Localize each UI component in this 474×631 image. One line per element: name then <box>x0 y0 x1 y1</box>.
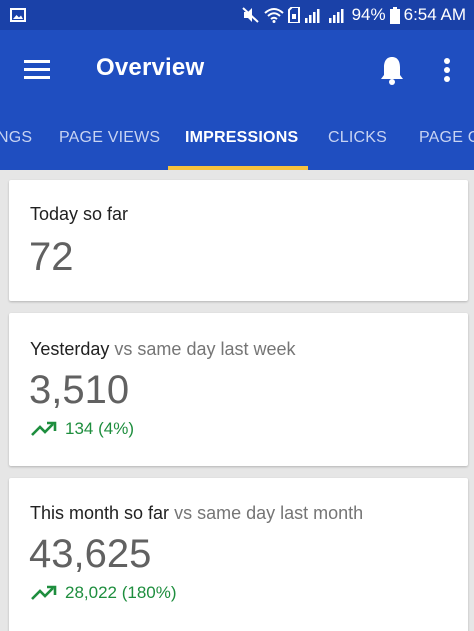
card-label: Yesterday vs same day last week <box>30 339 296 360</box>
metric-tabs: NGS PAGE VIEWS IMPRESSIONS CLICKS PAGE C <box>0 110 474 170</box>
tab-page-partial[interactable]: PAGE C <box>419 110 474 170</box>
status-indicators: 94% 6:54 AM <box>241 0 466 30</box>
notifications-bell-icon[interactable] <box>378 54 406 86</box>
status-bar: 94% 6:54 AM <box>0 0 474 30</box>
card-period: This month so far <box>30 503 170 523</box>
clock: 6:54 AM <box>403 5 466 24</box>
card-period: Yesterday <box>30 339 110 359</box>
card-value: 3,510 <box>29 368 130 412</box>
sim-icon <box>287 7 300 23</box>
page-title: Overview <box>96 54 205 81</box>
tab-page-views[interactable]: PAGE VIEWS <box>59 110 160 170</box>
wifi-icon <box>263 8 284 23</box>
tab-settings-partial[interactable]: NGS <box>0 110 32 170</box>
signal-strength-2-icon <box>328 9 344 23</box>
card-comparison: vs same day last month <box>174 503 364 523</box>
mute-icon <box>241 7 259 23</box>
card-label: This month so far vs same day last month <box>30 503 363 524</box>
card-label: Today so far <box>30 204 128 225</box>
stat-card-yesterday[interactable]: Yesterday vs same day last week 3,510 13… <box>9 313 468 466</box>
card-value: 72 <box>29 235 74 279</box>
tab-impressions[interactable]: IMPRESSIONS <box>185 110 298 170</box>
change-indicator: 134 (4%) <box>31 419 134 439</box>
signal-strength-1-icon <box>304 9 320 23</box>
gallery-notification-icon <box>10 8 26 22</box>
active-tab-indicator <box>168 166 308 170</box>
battery-icon <box>389 6 400 24</box>
stat-card-today[interactable]: Today so far 72 <box>9 180 468 301</box>
card-period: Today so far <box>30 204 129 224</box>
change-indicator: 28,022 (180%) <box>31 583 177 603</box>
more-options-icon[interactable] <box>437 55 457 85</box>
trending-up-icon <box>31 421 57 436</box>
card-value: 43,625 <box>29 532 152 576</box>
app-bar: Overview <box>0 30 474 110</box>
tab-clicks[interactable]: CLICKS <box>328 110 387 170</box>
menu-icon[interactable] <box>22 55 52 85</box>
change-value: 28,022 (180%) <box>65 583 177 602</box>
card-comparison: vs same day last week <box>114 339 296 359</box>
trending-up-icon <box>31 585 57 600</box>
stat-card-month[interactable]: This month so far vs same day last month… <box>9 478 468 631</box>
change-value: 134 (4%) <box>65 419 134 438</box>
battery-percentage: 94% <box>351 5 386 24</box>
